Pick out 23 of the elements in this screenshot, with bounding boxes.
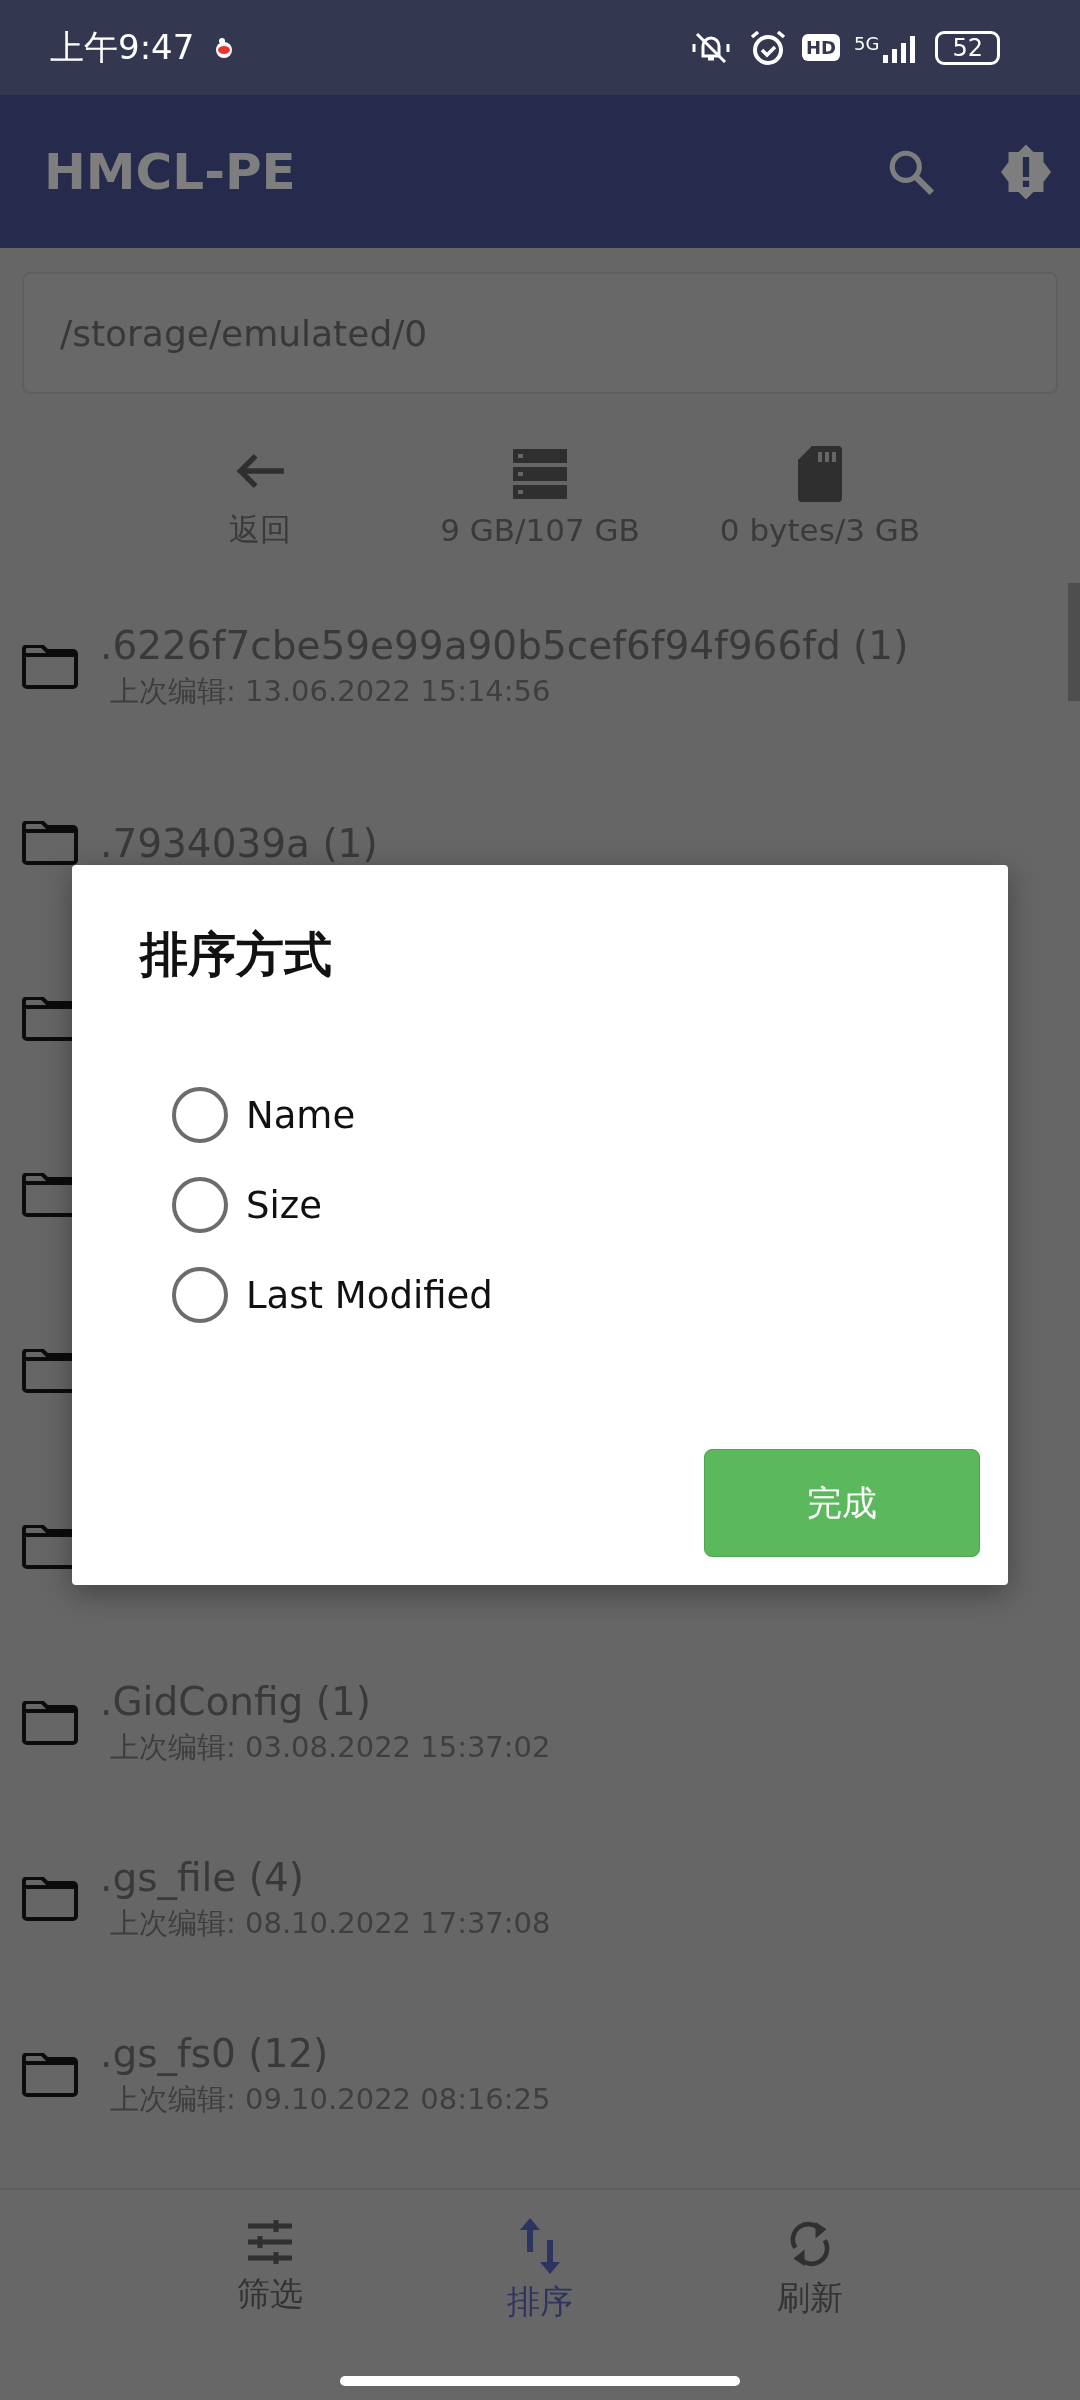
- done-button[interactable]: 完成: [704, 1449, 980, 1557]
- dialog-title: 排序方式: [140, 925, 332, 984]
- option-label[interactable]: Last Modified: [246, 1273, 493, 1317]
- folder-icon: [22, 821, 78, 865]
- hd-badge: HD: [802, 34, 841, 61]
- battery-indicator: 52: [935, 30, 1000, 65]
- folder-icon: [22, 1701, 78, 1745]
- folder-icon: [22, 2053, 78, 2097]
- app-title: HMCL-PE: [44, 142, 297, 201]
- option-label[interactable]: Size: [246, 1183, 322, 1227]
- option-label[interactable]: Name: [246, 1093, 356, 1137]
- sort-arrows-icon: [520, 2218, 560, 2274]
- scrollbar[interactable]: [1068, 583, 1080, 701]
- sliders-icon: [246, 2218, 294, 2266]
- radio-button[interactable]: [172, 1177, 228, 1233]
- radio-button[interactable]: [172, 1267, 228, 1323]
- nav-tab[interactable]: 排序: [425, 2190, 655, 2400]
- folder-icon: [22, 645, 78, 689]
- radio-button[interactable]: [172, 1087, 228, 1143]
- sd-card-icon[interactable]: [798, 445, 842, 502]
- folder-icon: [22, 1877, 78, 1921]
- status-time: 上午9:47: [50, 25, 195, 69]
- network-type: 5G: [854, 32, 880, 54]
